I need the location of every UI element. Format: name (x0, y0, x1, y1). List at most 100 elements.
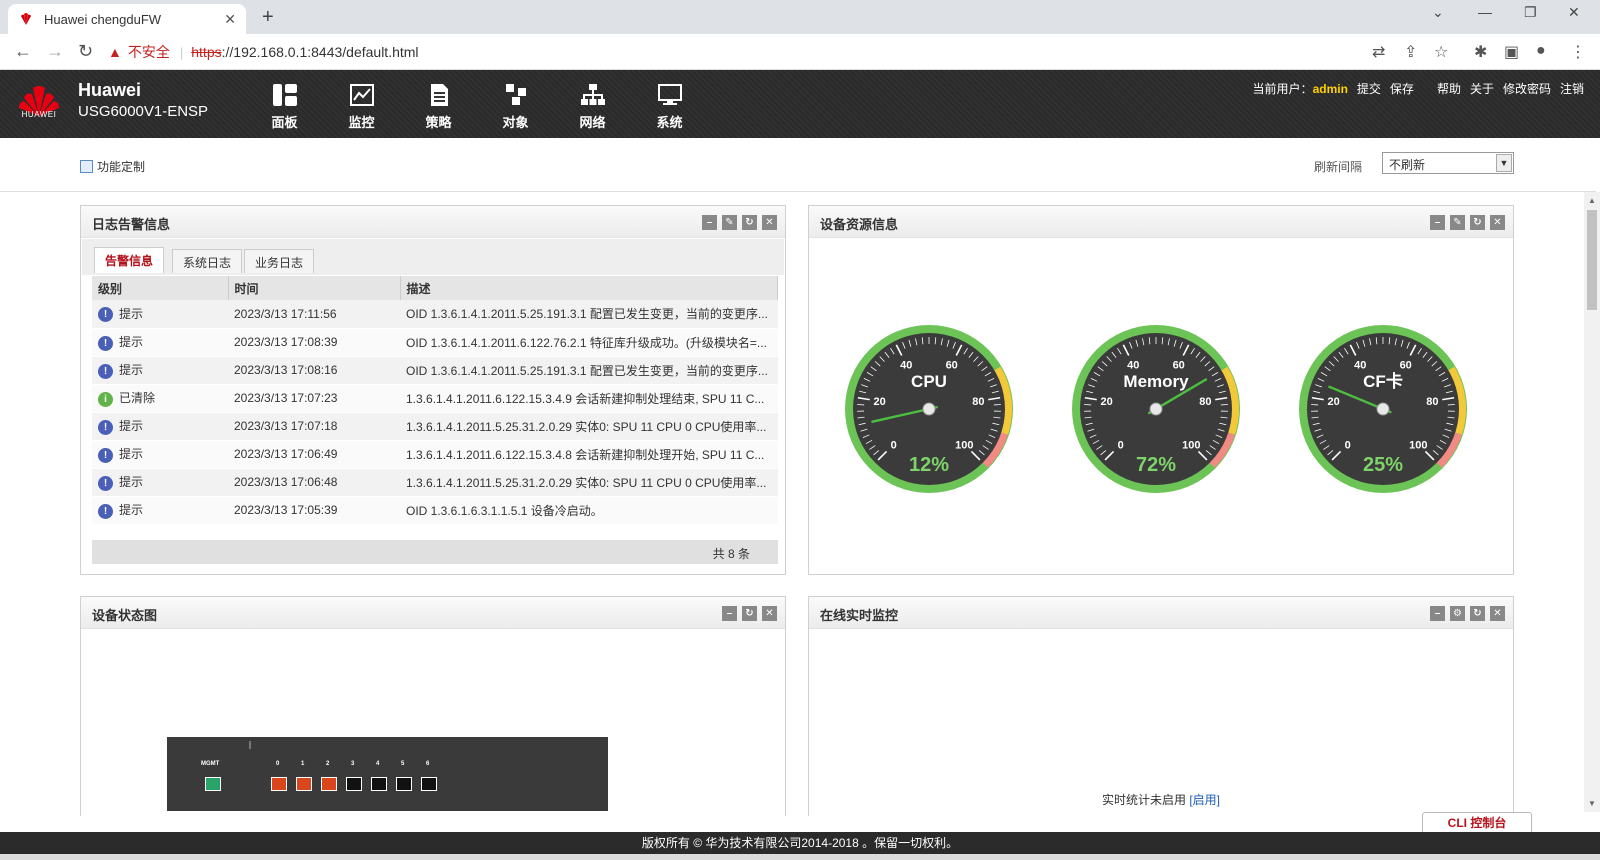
scroll-down-icon[interactable]: ▼ (1588, 799, 1596, 808)
device-front-panel: MGMT 0 1 2 3 4 5 6 (167, 737, 608, 811)
nav-network[interactable]: 网络 (554, 82, 631, 131)
panel-header: 设备资源信息 – ✎ ↻ ✕ (809, 206, 1513, 238)
edit-panel-icon[interactable]: ✎ (1450, 215, 1465, 230)
refresh-panel-icon[interactable]: ↻ (742, 606, 757, 621)
profile-avatar-icon[interactable]: ● (1536, 42, 1546, 60)
panel-title: 设备资源信息 (820, 217, 899, 232)
table-row[interactable]: ! 提示 2023/3/13 17:11:56 OID 1.3.6.1.4.1.201… (92, 300, 778, 329)
back-icon[interactable]: ← (14, 41, 32, 62)
main-nav: 面板 监控 策略 对象 网络 系统 (246, 82, 708, 131)
translate-icon[interactable]: ⇄ (1372, 42, 1385, 62)
side-panel-icon[interactable]: ▣ (1504, 42, 1519, 62)
tab-search-icon[interactable]: ⌄ (1432, 4, 1444, 21)
share-icon[interactable]: ⇪ (1404, 42, 1417, 62)
close-panel-icon[interactable]: ✕ (1490, 215, 1505, 230)
gauge-value: 72% (1136, 454, 1176, 476)
close-panel-icon[interactable]: ✕ (1490, 606, 1505, 621)
url-field[interactable]: ▲ 不安全 | https ://192.168.0.1:8443/defaul… (108, 38, 1378, 66)
gauge-tick-label: 80 (972, 396, 984, 408)
port-1[interactable] (296, 777, 312, 791)
table-row[interactable]: ! 提示 2023/3/13 17:08:39 OID 1.3.6.1.4.1.201… (92, 328, 778, 357)
refresh-interval-value: 不刷新 (1389, 158, 1426, 172)
monitor-icon (323, 82, 400, 110)
close-window-icon[interactable]: ✕ (1568, 4, 1580, 21)
minimize-panel-icon[interactable]: – (1430, 606, 1445, 621)
column-header-desc[interactable]: 描述 (400, 276, 778, 300)
mgmt-port[interactable] (205, 777, 221, 791)
port-number: 2 (326, 761, 330, 767)
reload-icon[interactable]: ↻ (78, 41, 93, 62)
refresh-panel-icon[interactable]: ↻ (1470, 606, 1485, 621)
table-row[interactable]: ! 提示 2023/3/13 17:08:16 OID 1.3.6.1.4.1.201… (92, 356, 778, 385)
port-2[interactable] (321, 777, 337, 791)
table-row[interactable]: ! 提示 2023/3/13 17:06:49 1.3.6.1.4.1.2011.6.… (92, 440, 778, 469)
minimize-panel-icon[interactable]: – (1430, 215, 1445, 230)
log-total: 共 8 条 (92, 540, 778, 564)
column-header-time[interactable]: 时间 (228, 276, 401, 300)
nav-dashboard[interactable]: 面板 (246, 82, 323, 131)
table-row[interactable]: i 已清除 2023/3/13 17:07:23 1.3.6.1.4.1.2011.6… (92, 384, 778, 413)
row-level: ! 提示 (92, 300, 228, 329)
logout-link[interactable]: 注销 (1560, 80, 1584, 97)
scrollbar-thumb[interactable] (1587, 210, 1597, 310)
browser-menu-icon[interactable]: ⋮ (1570, 42, 1586, 62)
current-user-name[interactable]: admin (1313, 82, 1348, 96)
gauge-tick-label: 20 (1327, 396, 1339, 408)
change-password-link[interactable]: 修改密码 (1503, 80, 1551, 97)
save-link[interactable]: 保存 (1390, 80, 1414, 97)
port-6[interactable] (421, 777, 437, 791)
minimize-panel-icon[interactable]: – (722, 606, 737, 621)
tab-alarm-info[interactable]: 告警信息 (94, 247, 165, 273)
nav-dashboard-label: 面板 (271, 115, 298, 130)
forward-icon[interactable]: → (46, 41, 64, 62)
chevron-down-icon[interactable]: ▼ (1496, 154, 1512, 172)
tab-business-log[interactable]: 业务日志 (244, 249, 315, 273)
insecure-label[interactable]: 不安全 (128, 42, 170, 62)
nav-object-label: 对象 (502, 115, 529, 130)
refresh-panel-icon[interactable]: ↻ (1470, 215, 1485, 230)
nav-object[interactable]: 对象 (477, 82, 554, 131)
page-scrollbar[interactable]: ▲ ▼ (1584, 192, 1600, 812)
port-0[interactable] (271, 777, 287, 791)
tab-system-log[interactable]: 系统日志 (172, 249, 243, 273)
extensions-icon[interactable]: ✱ (1474, 42, 1487, 62)
close-tab-icon[interactable]: ✕ (224, 11, 236, 28)
port-3[interactable] (346, 777, 362, 791)
restore-icon[interactable]: ❐ (1524, 4, 1537, 21)
settings-panel-icon[interactable]: ⚙ (1450, 606, 1465, 621)
minimize-icon[interactable]: — (1478, 4, 1492, 20)
refresh-panel-icon[interactable]: ↻ (742, 215, 757, 230)
scroll-up-icon[interactable]: ▲ (1588, 196, 1596, 205)
nav-policy[interactable]: 策略 (400, 82, 477, 131)
row-level: ! 提示 (92, 412, 228, 441)
column-header-level[interactable]: 级别 (92, 276, 229, 300)
port-4[interactable] (371, 777, 387, 791)
table-row[interactable]: ! 提示 2023/3/13 17:05:39 OID 1.3.6.1.6.3.1.1… (92, 496, 778, 525)
cli-console-button[interactable]: CLI 控制台 (1422, 812, 1532, 832)
enable-monitor-link[interactable]: [启用] (1189, 793, 1220, 807)
refresh-interval-select[interactable]: 不刷新 ▼ (1382, 152, 1514, 174)
device-model: USG6000V1-ENSP (78, 103, 209, 120)
gauge-tick-label: 40 (1127, 359, 1139, 371)
browser-tab[interactable]: Huawei chengduFW ✕ (8, 4, 246, 34)
port-number: 3 (351, 761, 355, 767)
table-row[interactable]: ! 提示 2023/3/13 17:06:48 1.3.6.1.4.1.2011.5.… (92, 468, 778, 497)
commit-link[interactable]: 提交 (1357, 80, 1381, 97)
nav-system[interactable]: 系统 (631, 82, 708, 131)
help-link[interactable]: 帮助 (1437, 80, 1461, 97)
port-number: 6 (426, 761, 430, 767)
gauge-tick-label: 60 (1173, 359, 1185, 371)
gauge-hub (1149, 402, 1163, 416)
table-row[interactable]: ! 提示 2023/3/13 17:07:18 1.3.6.1.4.1.2011.5.… (92, 412, 778, 441)
close-panel-icon[interactable]: ✕ (762, 215, 777, 230)
bookmark-star-icon[interactable]: ☆ (1434, 42, 1448, 62)
edit-panel-icon[interactable]: ✎ (722, 215, 737, 230)
nav-monitor[interactable]: 监控 (323, 82, 400, 131)
close-panel-icon[interactable]: ✕ (762, 606, 777, 621)
port-5[interactable] (396, 777, 412, 791)
about-link[interactable]: 关于 (1470, 80, 1494, 97)
customize-button[interactable]: 功能定制 (80, 158, 145, 175)
gauge-tick-label: 20 (1100, 396, 1112, 408)
minimize-panel-icon[interactable]: – (702, 215, 717, 230)
new-tab-icon[interactable]: + (262, 6, 274, 29)
